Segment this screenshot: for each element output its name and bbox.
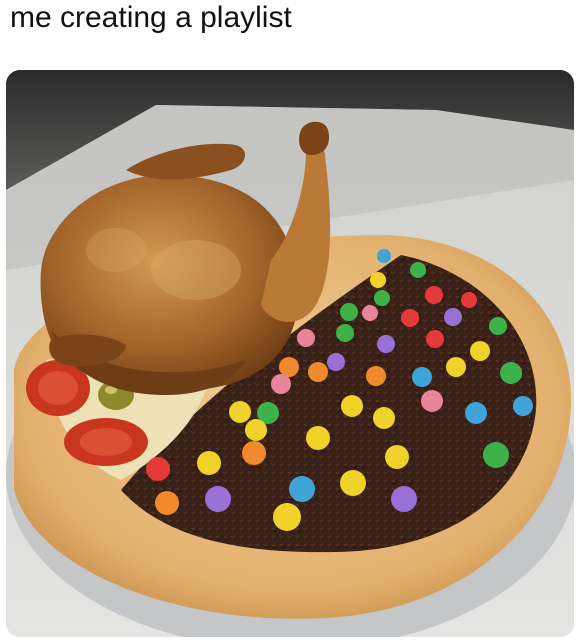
pizza-chicken-candy-icon xyxy=(6,70,574,637)
meme-photo xyxy=(6,70,574,637)
meme-caption: me creating a playlist xyxy=(10,1,292,34)
